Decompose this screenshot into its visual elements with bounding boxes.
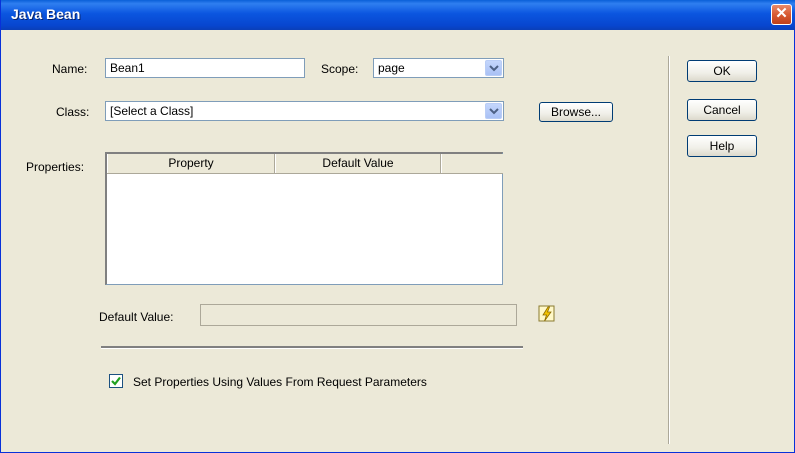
horizontal-divider <box>101 346 523 349</box>
set-properties-checkbox-label[interactable]: Set Properties Using Values From Request… <box>133 375 427 389</box>
class-label: Class: <box>56 105 90 119</box>
chevron-down-icon[interactable] <box>485 103 502 119</box>
scope-select-value: page <box>378 61 405 75</box>
column-header-empty <box>441 154 503 173</box>
default-value-label: Default Value: <box>99 310 174 324</box>
table-header: Property Default Value <box>107 154 503 174</box>
column-header-default-value[interactable]: Default Value <box>275 154 441 173</box>
class-select[interactable]: [Select a Class] <box>105 101 504 121</box>
help-button[interactable]: Help <box>687 135 757 157</box>
close-icon: ✕ <box>775 5 788 22</box>
class-select-value: [Select a Class] <box>110 104 194 118</box>
scope-select[interactable]: page <box>373 58 504 78</box>
ok-button[interactable]: OK <box>687 60 757 82</box>
vertical-divider <box>668 56 670 444</box>
chevron-down-icon[interactable] <box>485 60 502 76</box>
set-properties-checkbox[interactable] <box>109 374 123 388</box>
name-input-value: Bean1 <box>110 61 145 75</box>
name-input[interactable]: Bean1 <box>105 58 305 78</box>
column-header-property[interactable]: Property <box>107 154 275 173</box>
properties-label: Properties: <box>26 160 85 174</box>
properties-table[interactable]: Property Default Value <box>105 152 503 285</box>
scope-label: Scope: <box>321 62 359 76</box>
name-label: Name: <box>52 62 88 76</box>
checkmark-icon <box>111 376 121 386</box>
lightning-icon[interactable] <box>537 304 557 324</box>
cancel-button[interactable]: Cancel <box>687 99 757 121</box>
browse-button[interactable]: Browse... <box>539 102 613 122</box>
default-value-input[interactable] <box>200 304 517 326</box>
java-bean-dialog: Java Bean ✕ Name: Bean1 Scope: page Clas… <box>0 0 795 453</box>
window-title: Java Bean <box>11 6 81 22</box>
close-button[interactable]: ✕ <box>771 4 792 25</box>
dialog-body: Name: Bean1 Scope: page Class: [Select a… <box>1 30 794 452</box>
title-bar[interactable]: Java Bean ✕ <box>1 0 795 30</box>
